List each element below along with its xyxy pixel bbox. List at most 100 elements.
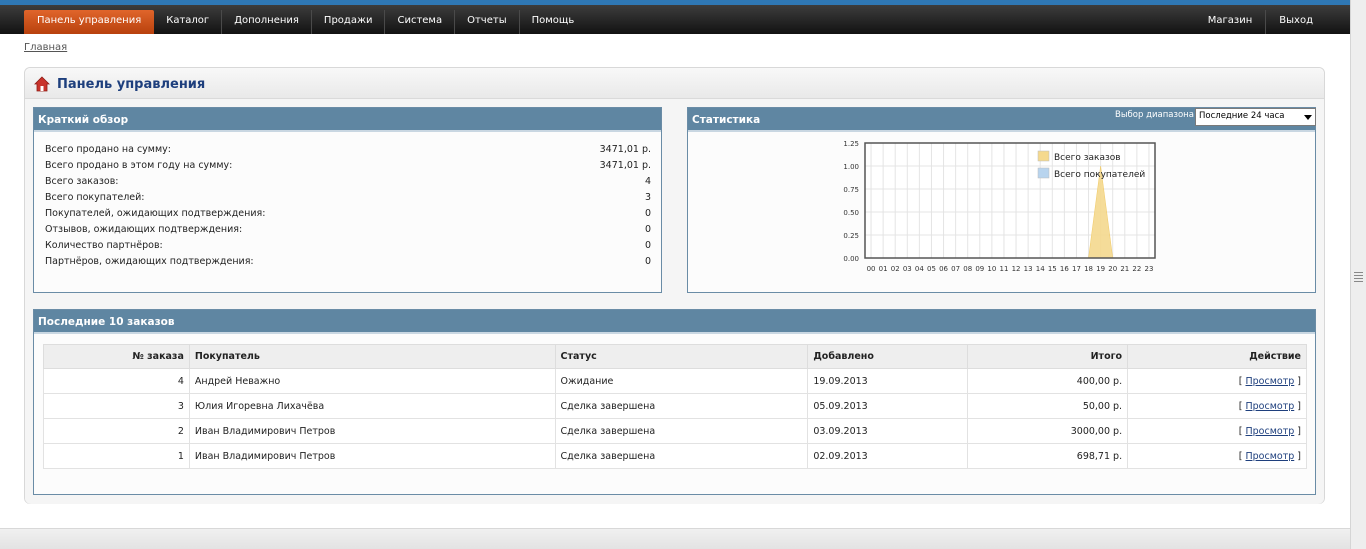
menu-sales[interactable]: Продажи (312, 10, 386, 34)
orders-table: № заказа Покупатель Статус Добавлено Ито… (43, 344, 1307, 469)
chart-x-tick-label: 20 (1108, 265, 1117, 273)
table-row: 2 Иван Владимирович Петров Сделка завершен… (43, 418, 1307, 444)
latest-orders-title: Последние 10 заказов (34, 310, 1315, 334)
chart-x-tick-label: 18 (1084, 265, 1093, 273)
menu-system[interactable]: Система (385, 10, 456, 34)
overview-value: 3471,01 р. (599, 144, 651, 155)
right-menu: Магазин Выход (1195, 10, 1326, 34)
chart-x-tick-label: 19 (1096, 265, 1105, 273)
menu-extensions[interactable]: Дополнения (222, 10, 312, 34)
chart-y-tick-label: 1.25 (843, 140, 859, 148)
view-order-link[interactable]: Просмотр (1246, 426, 1295, 437)
col-header-total[interactable]: Итого (967, 344, 1129, 369)
col-header-order-id[interactable]: № заказа (43, 344, 190, 369)
customer-cell: Юлия Игоревна Лихачёва (188, 393, 556, 419)
overview-label: Всего продано в этом году на сумму: (45, 160, 233, 171)
action-cell: [ Просмотр ] (1127, 418, 1307, 444)
date-cell: 05.09.2013 (807, 393, 969, 419)
menu-reports[interactable]: Отчеты (455, 10, 520, 34)
range-select-value: Последние 24 часа (1199, 111, 1285, 121)
chart-x-tick-label: 15 (1048, 265, 1057, 273)
chart-x-tick-label: 07 (951, 265, 960, 273)
overview-value: 0 (644, 208, 651, 219)
orders-header-row: № заказа Покупатель Статус Добавлено Ито… (43, 344, 1307, 369)
chart-x-tick-label: 14 (1036, 265, 1045, 273)
table-row: 1 Иван Владимирович Петров Сделка завершен… (43, 443, 1307, 469)
view-order-link[interactable]: Просмотр (1246, 376, 1295, 387)
date-cell: 19.09.2013 (807, 368, 969, 394)
col-header-status[interactable]: Статус (554, 344, 809, 369)
date-cell: 02.09.2013 (807, 443, 969, 469)
statistics-panel: Статистика Выбор диапазона: Последние 24… (687, 107, 1316, 293)
chart-x-tick-label: 09 (975, 265, 984, 273)
total-cell: 3000,00 р. (967, 418, 1129, 444)
chart-x-tick-label: 06 (939, 265, 948, 273)
chart-y-tick-label: 0.50 (843, 209, 859, 217)
overview-row: Отзывов, ожидающих подтверждения: 0 (45, 224, 651, 240)
customer-cell: Иван Владимирович Петров (188, 443, 556, 469)
chart-x-tick-label: 08 (963, 265, 972, 273)
overview-label: Всего заказов: (45, 176, 119, 187)
overview-row: Количество партнёров: 0 (45, 240, 651, 256)
range-select[interactable]: Последние 24 часа (1195, 108, 1316, 126)
overview-row: Всего продано в этом году на сумму: 3471,… (45, 160, 651, 176)
status-cell: Ожидание (554, 368, 809, 394)
main-menu: Панель управления Каталог Дополнения Про… (24, 10, 586, 34)
chart-y-tick-label: 1.00 (843, 163, 859, 171)
overview-label: Покупателей, ожидающих подтверждения: (45, 208, 266, 219)
home-icon (34, 76, 50, 92)
chart-legend-swatch (1037, 150, 1050, 162)
chart-x-tick-label: 01 (879, 265, 888, 273)
chart-x-tick-label: 22 (1132, 265, 1141, 273)
breadcrumb[interactable]: Главная (24, 42, 67, 53)
overview-value: 0 (644, 240, 651, 251)
overview-title: Краткий обзор (34, 108, 661, 132)
view-order-link[interactable]: Просмотр (1246, 451, 1295, 462)
chart-x-tick-label: 03 (903, 265, 912, 273)
menu-logout[interactable]: Выход (1266, 10, 1326, 34)
top-navigation-bar: Панель управления Каталог Дополнения Про… (0, 5, 1350, 34)
action-cell: [ Просмотр ] (1127, 443, 1307, 469)
chart-x-tick-label: 23 (1144, 265, 1153, 273)
action-cell: [ Просмотр ] (1127, 393, 1307, 419)
chart-legend-swatch (1037, 167, 1050, 179)
chart-legend-label: Всего покупателей (1054, 170, 1145, 180)
date-cell: 03.09.2013 (807, 418, 969, 444)
dashboard-header: Панель управления (25, 68, 1324, 99)
overview-value: 3471,01 р. (599, 160, 651, 171)
table-row: 4 Андрей Неважно Ожидание 19.09.2013 400,00 … (43, 368, 1307, 394)
status-cell: Сделка завершена (554, 418, 809, 444)
order-id-cell: 4 (43, 368, 190, 394)
chart-x-tick-label: 10 (987, 265, 996, 273)
overview-label: Количество партнёров: (45, 240, 163, 251)
chart-x-tick-label: 11 (999, 265, 1008, 273)
overview-label: Отзывов, ожидающих подтверждения: (45, 224, 243, 235)
chart-x-tick-label: 00 (867, 265, 876, 273)
scrollbar-grip[interactable] (1354, 272, 1363, 284)
view-order-link[interactable]: Просмотр (1246, 401, 1295, 412)
vertical-scrollbar[interactable] (1350, 0, 1366, 549)
chart-y-tick-label: 0.25 (843, 232, 859, 240)
total-cell: 50,00 р. (967, 393, 1129, 419)
menu-help[interactable]: Помощь (520, 10, 587, 34)
range-label: Выбор диапазона: (1115, 110, 1197, 120)
overview-label: Партнёров, ожидающих подтверждения: (45, 256, 254, 267)
chart-x-tick-label: 21 (1120, 265, 1129, 273)
col-header-date-added[interactable]: Добавлено (807, 344, 969, 369)
customer-cell: Иван Владимирович Петров (188, 418, 556, 444)
overview-value: 0 (644, 256, 651, 267)
menu-store[interactable]: Магазин (1195, 10, 1267, 34)
chevron-down-icon (1304, 115, 1312, 120)
status-cell: Сделка завершена (554, 443, 809, 469)
overview-row: Партнёров, ожидающих подтверждения: 0 (45, 256, 651, 272)
col-header-action: Действие (1127, 344, 1307, 369)
footer-band (0, 528, 1350, 549)
order-id-cell: 1 (43, 443, 190, 469)
chart-x-tick-label: 12 (1012, 265, 1021, 273)
chart-legend-label: Всего заказов (1054, 153, 1121, 163)
chart-x-tick-label: 04 (915, 265, 924, 273)
menu-catalog[interactable]: Каталог (154, 10, 223, 34)
col-header-customer[interactable]: Покупатель (188, 344, 556, 369)
overview-row: Всего заказов: 4 (45, 176, 651, 192)
menu-dashboard[interactable]: Панель управления (24, 10, 155, 34)
